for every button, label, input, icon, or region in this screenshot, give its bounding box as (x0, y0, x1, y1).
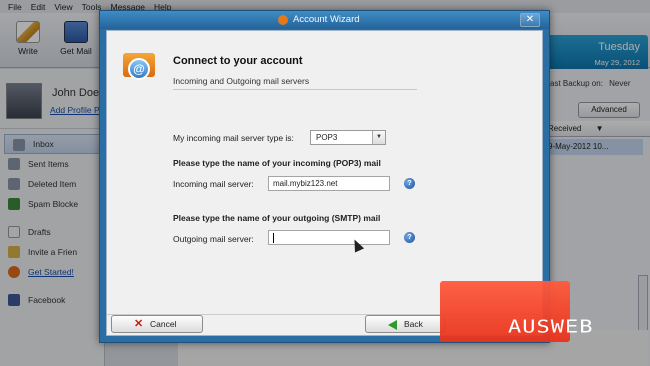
outgoing-server-label: Outgoing mail server: (173, 234, 254, 244)
close-icon: ✕ (525, 14, 535, 25)
incoming-server-label: Incoming mail server: (173, 179, 254, 189)
cancel-x-icon: ✕ (134, 318, 144, 330)
incoming-server-field[interactable]: mail.mybiz123.net (268, 176, 390, 191)
incoming-section-label: Please type the name of your incoming (P… (173, 158, 381, 168)
incoming-type-value: POP3 (316, 133, 338, 142)
help-icon[interactable]: ? (404, 232, 415, 243)
heading-divider (173, 89, 417, 90)
close-button[interactable]: ✕ (520, 13, 540, 27)
back-button[interactable]: Back (365, 315, 445, 333)
outgoing-server-field[interactable] (268, 230, 390, 245)
dialog-titlebar[interactable]: Account Wizard ✕ (100, 11, 549, 29)
at-symbol: @ (128, 58, 150, 80)
incoming-type-select[interactable]: POP3 ▼ (310, 130, 386, 145)
wizard-heading: Connect to your account (173, 55, 303, 67)
back-label: Back (404, 319, 423, 329)
incoming-server-value: mail.mybiz123.net (273, 179, 338, 188)
outgoing-section-label: Please type the name of your outgoing (S… (173, 213, 381, 223)
cancel-button[interactable]: ✕ Cancel (111, 315, 203, 333)
dialog-title: Account Wizard (293, 14, 360, 25)
cancel-label: Cancel (150, 319, 177, 329)
ausweb-logo: AUSWEB (440, 281, 650, 342)
help-icon[interactable]: ? (404, 178, 415, 189)
wizard-subheading: Incoming and Outgoing mail servers (173, 76, 310, 86)
incoming-type-label: My incoming mail server type is: (173, 133, 294, 143)
chevron-down-icon: ▼ (372, 131, 385, 144)
back-arrow-icon (388, 320, 397, 330)
email-at-icon: @ (123, 47, 157, 87)
text-caret (273, 232, 274, 243)
app-icon (278, 15, 288, 25)
logo-text: AUSWEB (508, 317, 594, 338)
